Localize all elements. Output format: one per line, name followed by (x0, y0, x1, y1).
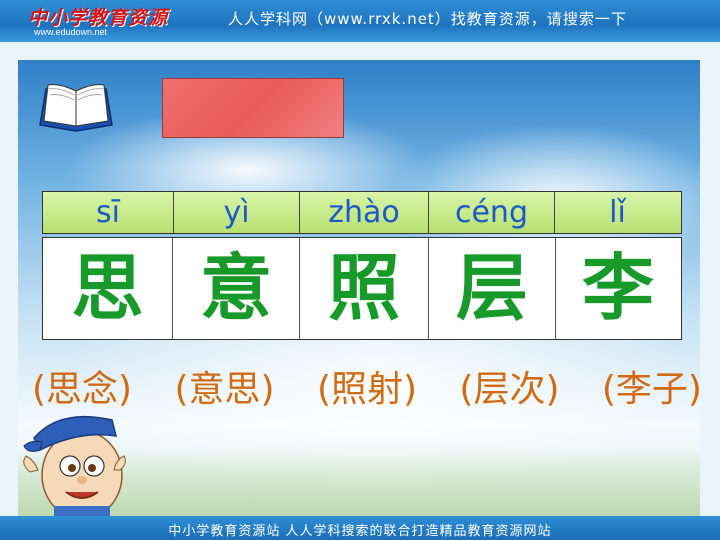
header-slogan: 人人学科网（www.rrxk.net）找教育资源，请搜索一下 (228, 10, 627, 28)
character-cell: 层 (429, 238, 556, 339)
character-cell: 李 (581, 246, 654, 330)
character-cell: 思 (43, 238, 173, 339)
site-logo[interactable]: 中小学教育资源 (28, 3, 168, 30)
header-bar: 中小学教育资源 www.edudown.net 人人学科网（www.rrxk.n… (0, 0, 720, 42)
pinyin-cell: lǐ (609, 195, 626, 230)
word-item: (李子) (601, 369, 702, 410)
character-cell: 照 (300, 238, 429, 339)
word-item: (层次) (459, 369, 560, 410)
pinyin-cell: céng (429, 192, 555, 233)
cartoon-boy-icon (23, 415, 126, 520)
word-item: (照射) (316, 369, 418, 410)
footer-bar: 中小学教育资源站 人人学科搜索的联合打造精品教育资源网站 (0, 516, 720, 540)
site-logo-url[interactable]: www.edudown.net (34, 27, 107, 37)
character-row: 思 意 照 层 李 (42, 237, 682, 340)
pinyin-cell: sī (43, 192, 174, 233)
character-cell: 意 (173, 238, 300, 339)
title-box (162, 78, 344, 138)
pinyin-row: sī yì zhào céng lǐ (42, 191, 682, 234)
word-item: (意思) (174, 369, 275, 410)
pinyin-cell: yì (174, 192, 300, 233)
words-row: (思念) (意思) (照射) (层次) (李子) (32, 365, 702, 415)
pinyin-cell: zhào (300, 192, 429, 233)
open-book-icon (39, 84, 113, 132)
footer-text: 中小学教育资源站 人人学科搜索的联合打造精品教育资源网站 (168, 524, 552, 539)
